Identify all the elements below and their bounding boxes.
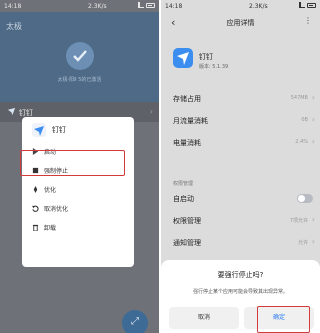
- chevron-right-icon: ›: [311, 93, 315, 102]
- dingtalk-icon: [7, 107, 16, 116]
- undo-icon: [32, 205, 39, 212]
- page-title: 应用详情: [226, 19, 255, 27]
- menu-item-label: 优化: [44, 187, 57, 194]
- row-value: 0B: [301, 117, 308, 123]
- trash-icon: [32, 224, 39, 231]
- activated-check-icon: [66, 42, 94, 70]
- status-bar: 14:18 2.3K/s: [161, 0, 320, 12]
- data-usage-row[interactable]: 月流量消耗 0B ›: [171, 112, 316, 130]
- more-icon[interactable]: ⋮: [304, 16, 312, 25]
- force-stop-highlight: [20, 150, 125, 176]
- autostart-toggle[interactable]: [297, 194, 313, 203]
- menu-item-cancel-optimize[interactable]: 取消优化: [22, 200, 134, 218]
- dialog-message: 强行停止某个应用可能会导致其出现异常。: [192, 289, 288, 295]
- cancel-button[interactable]: 取消: [169, 307, 239, 329]
- fab-button[interactable]: ⤢: [122, 310, 148, 333]
- row-label: 月流量消耗: [173, 117, 208, 125]
- battery-icon: [307, 2, 316, 8]
- chevron-right-icon: ›: [311, 237, 315, 246]
- chevron-right-icon: ›: [311, 115, 315, 124]
- row-label: 存储占用: [173, 95, 201, 103]
- row-value: 547MB: [290, 95, 308, 101]
- row-label: 通知管理: [173, 239, 201, 247]
- network-speed: 2.3K/s: [88, 3, 107, 10]
- chevron-right-icon: ›: [149, 107, 153, 116]
- battery-usage-row[interactable]: 电量消耗 2.4% ›: [171, 134, 316, 152]
- notification-row[interactable]: 通知管理 允许 ›: [171, 234, 316, 252]
- menu-item-uninstall[interactable]: 卸载: [22, 219, 134, 237]
- dialog-title: 要强行停止吗?: [217, 271, 264, 279]
- network-speed: 2.3K/s: [249, 3, 268, 10]
- row-value: 允许: [297, 240, 308, 246]
- activation-status: 太极·阳Ⅱ 5的已激活: [57, 77, 102, 83]
- taichi-screen: 14:18 2.3K/s 太极 太极·阳Ⅱ 5的已激活 钉钉 › 钉钉 启动 强…: [0, 0, 159, 333]
- chevron-right-icon: ›: [311, 215, 315, 224]
- row-label: 电量消耗: [173, 139, 201, 147]
- rocket-icon: [33, 186, 38, 193]
- row-value: 2.4%: [295, 139, 308, 145]
- app-header: 太极 太极·阳Ⅱ 5的已激活 钉钉 ›: [0, 12, 159, 122]
- confirm-highlight: [257, 306, 310, 333]
- signal-icon: [299, 2, 305, 8]
- menu-item-label: 卸载: [44, 225, 57, 232]
- row-label: 自启动: [173, 195, 194, 203]
- app-title: 太极: [6, 22, 22, 31]
- dingtalk-icon: [173, 48, 193, 68]
- row-label: 权限管理: [173, 217, 201, 225]
- force-stop-dialog: 要强行停止吗? 强行停止某个应用可能会导致其出现异常。 取消 确定: [161, 260, 320, 333]
- status-time: 14:18: [165, 3, 183, 10]
- app-name: 钉钉: [199, 53, 213, 61]
- row-value: 7项允许: [289, 218, 308, 224]
- section-label: 权限管理: [173, 181, 194, 187]
- dingtalk-icon: [32, 123, 46, 137]
- permission-row[interactable]: 权限管理 7项允许 ›: [171, 212, 316, 230]
- menu-app-name: 钉钉: [52, 126, 66, 134]
- autostart-row[interactable]: 自启动: [171, 190, 316, 208]
- menu-item-label: 取消优化: [44, 206, 69, 213]
- battery-icon: [146, 2, 155, 8]
- app-context-menu: 钉钉 启动 强制停止 优化 取消优化 卸载: [22, 117, 134, 267]
- app-version: 版本: 5.1.39: [199, 64, 229, 70]
- menu-item-optimize[interactable]: 优化: [22, 181, 134, 199]
- chevron-right-icon: ›: [311, 137, 315, 146]
- status-time: 14:18: [4, 3, 22, 10]
- menu-header: 钉钉: [32, 123, 66, 137]
- expand-icon: ⤢: [131, 316, 139, 327]
- app-details-screen: 14:18 2.3K/s ‹ 应用详情 ⋮ 钉钉 版本: 5.1.39 存储占用…: [161, 0, 320, 333]
- storage-usage-row[interactable]: 存储占用 547MB ›: [171, 90, 316, 108]
- status-bar: 14:18 2.3K/s: [0, 0, 159, 12]
- signal-icon: [138, 2, 144, 8]
